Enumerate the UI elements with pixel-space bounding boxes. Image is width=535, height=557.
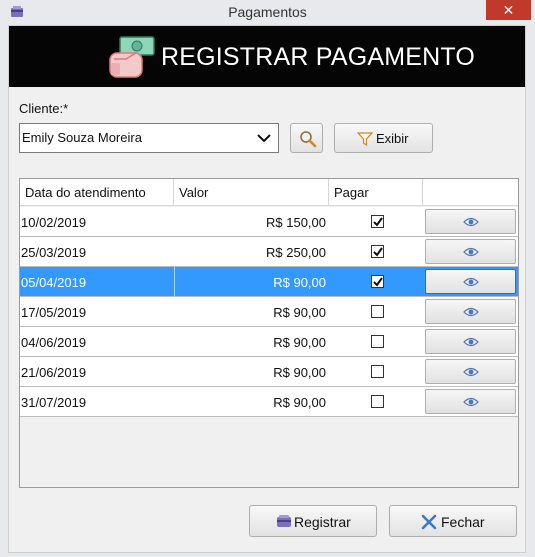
window-close-button[interactable]: ✕ xyxy=(486,0,531,20)
column-header-valor[interactable]: Valor xyxy=(174,179,329,206)
cell-date: 10/02/2019 xyxy=(21,215,87,230)
money-hand-icon xyxy=(109,36,155,78)
view-details-button[interactable] xyxy=(425,329,516,354)
eye-icon xyxy=(463,397,479,407)
eye-icon xyxy=(463,247,479,257)
cell-date: 31/07/2019 xyxy=(21,395,87,410)
pagar-checkbox[interactable] xyxy=(371,215,384,228)
view-details-button[interactable] xyxy=(425,239,516,264)
pagar-checkbox[interactable] xyxy=(371,395,384,408)
table-row[interactable]: 05/04/2019 R$ 90,00 xyxy=(20,267,518,297)
cell-valor: R$ 90,00 xyxy=(273,335,326,350)
exibir-button-label: Exibir xyxy=(376,131,409,146)
view-details-button[interactable] xyxy=(425,299,516,324)
cell-pagar xyxy=(329,297,423,327)
wallet-icon xyxy=(277,515,291,527)
column-header-date[interactable]: Data do atendimento xyxy=(20,179,174,206)
pagar-checkbox[interactable] xyxy=(371,245,384,258)
checkmark-icon xyxy=(373,247,383,257)
header-banner: REGISTRAR PAGAMENTO xyxy=(9,26,525,87)
checkmark-icon xyxy=(373,217,383,227)
close-icon xyxy=(421,514,437,530)
table-row[interactable]: 17/05/2019 R$ 90,00 xyxy=(20,297,518,327)
column-header-pagar[interactable]: Pagar xyxy=(329,179,423,206)
payments-table: Data do atendimento Valor Pagar 10/02/20… xyxy=(19,178,519,488)
table-header: Data do atendimento Valor Pagar xyxy=(20,179,518,206)
cell-pagar xyxy=(329,267,423,297)
cell-valor: R$ 150,00 xyxy=(266,215,326,230)
cell-pagar xyxy=(329,237,423,267)
chevron-down-icon[interactable] xyxy=(256,131,272,145)
cliente-label: Cliente:* xyxy=(19,101,69,116)
view-details-button[interactable] xyxy=(425,209,516,234)
table-row[interactable]: 10/02/2019 R$ 150,00 xyxy=(20,207,518,237)
cell-pagar xyxy=(329,207,423,237)
registrar-button[interactable]: Registrar xyxy=(249,505,377,537)
cell-date: 21/06/2019 xyxy=(21,365,87,380)
pagar-checkbox[interactable] xyxy=(371,335,384,348)
title-bar: Pagamentos ✕ xyxy=(0,0,535,25)
pagar-checkbox[interactable] xyxy=(371,365,384,378)
eye-icon xyxy=(463,337,479,347)
cell-pagar xyxy=(329,387,423,417)
pagar-checkbox[interactable] xyxy=(371,305,384,318)
cell-valor: R$ 250,00 xyxy=(266,245,326,260)
banner-title: REGISTRAR PAGAMENTO xyxy=(161,43,476,71)
pagar-checkbox[interactable] xyxy=(371,275,384,288)
checkmark-icon xyxy=(373,277,383,287)
cell-valor: R$ 90,00 xyxy=(273,365,326,380)
registrar-button-label: Registrar xyxy=(294,514,351,530)
exibir-button[interactable]: Exibir xyxy=(334,123,433,153)
table-row[interactable]: 21/06/2019 R$ 90,00 xyxy=(20,357,518,387)
cell-date: 25/03/2019 xyxy=(21,245,87,260)
search-icon xyxy=(300,131,317,148)
cell-pagar xyxy=(329,327,423,357)
cell-valor: R$ 90,00 xyxy=(273,395,326,410)
view-details-button[interactable] xyxy=(425,389,516,414)
view-details-button[interactable] xyxy=(425,359,516,384)
cell-date: 04/06/2019 xyxy=(21,335,87,350)
table-row[interactable]: 04/06/2019 R$ 90,00 xyxy=(20,327,518,357)
view-details-button[interactable] xyxy=(425,269,516,294)
cliente-combobox-value: Emily Souza Moreira xyxy=(22,130,142,145)
cell-pagar xyxy=(329,357,423,387)
column-header-actions[interactable] xyxy=(423,179,518,206)
cell-valor: R$ 90,00 xyxy=(174,267,329,297)
cell-valor: R$ 90,00 xyxy=(273,305,326,320)
eye-icon xyxy=(463,277,479,287)
fechar-button[interactable]: Fechar xyxy=(389,505,517,537)
cliente-combobox[interactable]: Emily Souza Moreira xyxy=(19,123,279,153)
fechar-button-label: Fechar xyxy=(441,514,485,530)
filter-icon xyxy=(357,132,373,146)
payments-window: Pagamentos ✕ REGISTRAR PAGAMENTO Cliente… xyxy=(0,0,535,557)
cell-date: 17/05/2019 xyxy=(21,305,87,320)
table-row[interactable]: 31/07/2019 R$ 90,00 xyxy=(20,387,518,417)
eye-icon xyxy=(463,217,479,227)
window-title: Pagamentos xyxy=(228,4,307,20)
eye-icon xyxy=(463,367,479,377)
eye-icon xyxy=(463,307,479,317)
dialog-content: REGISTRAR PAGAMENTO Cliente:* Emily Souz… xyxy=(8,25,526,553)
table-row[interactable]: 25/03/2019 R$ 250,00 xyxy=(20,237,518,267)
search-button[interactable] xyxy=(290,123,323,153)
cell-date: 05/04/2019 xyxy=(21,275,87,290)
